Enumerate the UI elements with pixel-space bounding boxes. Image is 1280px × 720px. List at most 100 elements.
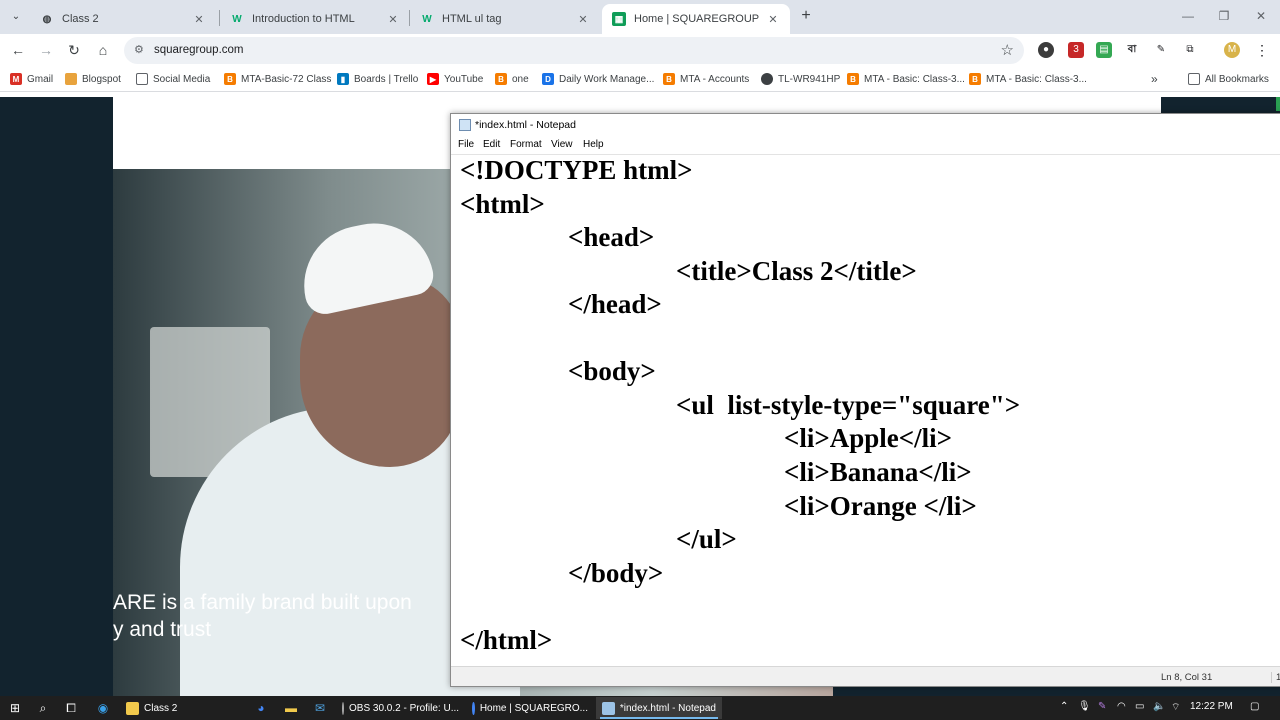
close-icon[interactable]: ✕ — [192, 13, 206, 26]
bookmark-label: MTA-Basic-72 Class — [241, 73, 332, 85]
back-icon[interactable]: ← — [8, 40, 28, 60]
task-view-icon[interactable]: ⧠ — [63, 700, 79, 716]
menu-format[interactable]: Format — [510, 139, 542, 150]
volume-icon[interactable]: 🔈 — [1153, 701, 1165, 712]
close-icon[interactable]: ✕ — [766, 13, 780, 26]
tab-class-2[interactable]: ◍ Class 2 ✕ — [30, 4, 216, 34]
globe-icon: ◍ — [42, 13, 52, 25]
youtube-icon: ▶ — [427, 73, 439, 85]
edge-icon[interactable]: ◉ — [95, 700, 111, 716]
extension-badge-icon[interactable]: 3 — [1068, 42, 1084, 58]
bangla-extension-icon[interactable]: বা — [1124, 42, 1140, 58]
blogger-icon: B — [224, 73, 236, 85]
tab-home-squaregroup[interactable]: ▦ Home | SQUAREGROUP ✕ — [602, 4, 790, 34]
avatar[interactable]: M — [1224, 42, 1240, 58]
wifi-icon[interactable]: ⌔ — [1171, 701, 1180, 714]
file-explorer-icon[interactable]: ▬ — [283, 700, 299, 716]
taskbar-app-obs[interactable]: OBS 30.0.2 - Profile: U... — [336, 697, 464, 719]
close-icon[interactable]: ✕ — [386, 13, 400, 26]
bookmark-gmail[interactable]: M Gmail — [10, 72, 53, 86]
forward-icon[interactable]: → — [36, 40, 56, 60]
bookmark-tl-wr941hp[interactable]: TL-WR941HP — [761, 72, 840, 86]
bookmark-one[interactable]: Bone — [495, 72, 529, 86]
bookmark-star-icon[interactable]: ☆ — [1001, 41, 1014, 59]
notepad-title: *index.html - Notepad — [475, 119, 576, 131]
search-icon[interactable]: ⌕ — [35, 700, 51, 716]
code-line: <li>Apple</li> — [460, 423, 953, 453]
taskbar-app-class-2[interactable]: Class 2 — [120, 697, 242, 719]
bookmark-youtube[interactable]: ▶ YouTube — [427, 72, 483, 86]
extension-badge-count: 3 — [1073, 44, 1079, 55]
bookmark-label: MTA - Basic: Class-3... — [864, 73, 965, 85]
minimize-icon[interactable]: — — [1178, 6, 1198, 26]
sheets-icon: ▦ — [612, 12, 626, 26]
bookmark-mta-basic-72[interactable]: B MTA-Basic-72 Class — [224, 72, 331, 86]
code-line: <title>Class 2</title> — [460, 256, 917, 286]
menu-file[interactable]: File — [458, 139, 474, 150]
mail-icon[interactable]: ✉ — [312, 700, 328, 716]
gmail-icon: M — [10, 73, 22, 85]
menu-kebab-icon[interactable]: ⋮ — [1254, 42, 1270, 58]
sheets-extension-icon[interactable]: ▤ — [1096, 42, 1112, 58]
taskbar-app-chrome[interactable]: Home | SQUAREGRO... — [466, 697, 594, 719]
notepad-text-area[interactable]: <!DOCTYPE html> <html> <head> <title>Cla… — [451, 154, 1280, 667]
pen-extension-icon[interactable]: ✎ — [1153, 42, 1169, 58]
notepad-title-bar[interactable]: *index.html - Notepad — [451, 114, 1280, 136]
restore-icon[interactable]: ❐ — [1214, 6, 1234, 26]
new-tab-button[interactable]: + — [796, 6, 816, 26]
bookmark-blogspot[interactable]: Blogspot — [65, 72, 121, 86]
folder-icon — [126, 701, 139, 715]
bookmark-mta-basic-class3-b[interactable]: B MTA - Basic: Class-3... — [969, 72, 1087, 86]
w3schools-icon: W — [232, 13, 242, 25]
reload-icon[interactable]: ↻ — [64, 40, 84, 60]
menu-help[interactable]: Help — [583, 139, 604, 150]
notepad-icon — [459, 119, 471, 131]
w3schools-icon: W — [422, 13, 432, 25]
more-bookmarks-chevron-icon[interactable]: » — [1151, 72, 1158, 86]
tab-search-icon[interactable]: ⌄ — [6, 6, 26, 26]
address-bar[interactable]: ⚙ squaregroup.com ☆ — [124, 37, 1024, 64]
obs-icon — [342, 701, 344, 715]
home-icon[interactable]: ⌂ — [93, 40, 113, 60]
notepad-window: *index.html - Notepad File Edit Format V… — [450, 113, 1280, 687]
code-line: <!DOCTYPE html> — [460, 155, 693, 185]
bookmark-daily-work[interactable]: D Daily Work Manage... — [542, 72, 654, 86]
profile-extension-icon[interactable]: ● — [1038, 42, 1054, 58]
blogger-icon: B — [663, 73, 675, 85]
taskbar-app-notepad[interactable]: *index.html - Notepad — [596, 697, 722, 719]
window-close-icon[interactable]: ✕ — [1251, 6, 1271, 26]
bookmark-label: Social Media — [153, 73, 211, 85]
pen-tray-icon[interactable]: ✎ — [1098, 701, 1106, 712]
code-line: <li>Orange </li> — [460, 491, 977, 521]
notepad-icon — [602, 701, 615, 715]
tray-chevron-icon[interactable]: ⌃ — [1060, 701, 1068, 712]
bookmark-mta-basic-class3-a[interactable]: B MTA - Basic: Class-3... — [847, 72, 965, 86]
taskbar-clock[interactable]: 12:22 PM — [1190, 701, 1233, 712]
bookmark-label: MTA - Accounts — [680, 73, 750, 85]
bookmark-mta-accounts[interactable]: B MTA - Accounts — [663, 72, 749, 86]
notification-icon[interactable]: ▢ — [1250, 701, 1259, 712]
notepad-menu-bar: File Edit Format View Help — [451, 136, 1280, 154]
bookmarks-bar: M Gmail Blogspot Social Media B MTA-Basic-… — [0, 66, 1280, 92]
menu-edit[interactable]: Edit — [483, 139, 500, 150]
display-icon[interactable]: ▭ — [1135, 701, 1144, 712]
all-bookmarks[interactable]: All Bookmarks — [1188, 72, 1269, 86]
folder-icon — [136, 73, 148, 85]
bookmark-social-media[interactable]: Social Media — [136, 72, 210, 86]
microphone-icon[interactable]: 🎙 — [1078, 701, 1091, 712]
tab-html-ul-tag[interactable]: W HTML ul tag ✕ — [410, 4, 600, 34]
tab-introduction-to-html[interactable]: W Introduction to HTML ✕ — [220, 4, 410, 34]
puzzle-extension-icon[interactable]: ⧉ — [1182, 42, 1198, 58]
windows-start-icon[interactable]: ⊞ — [7, 700, 23, 716]
browser-toolbar: ← → ↻ ⌂ ⚙ squaregroup.com ☆ ● 3 ▤ বা ✎ ⧉… — [0, 34, 1280, 66]
all-bookmarks-label: All Bookmarks — [1205, 73, 1269, 85]
site-info-icon[interactable]: ⚙ — [134, 43, 144, 56]
chrome-icon[interactable]: ◕ — [253, 700, 269, 716]
close-icon[interactable]: ✕ — [576, 13, 590, 26]
code-line: <head> — [460, 222, 655, 252]
network-icon[interactable]: ◠ — [1117, 701, 1126, 712]
bookmark-trello[interactable]: ▮ Boards | Trello — [337, 72, 418, 86]
menu-view[interactable]: View — [551, 139, 573, 150]
folder-icon — [65, 73, 77, 85]
taskbar-app-label: *index.html - Notepad — [619, 702, 716, 714]
